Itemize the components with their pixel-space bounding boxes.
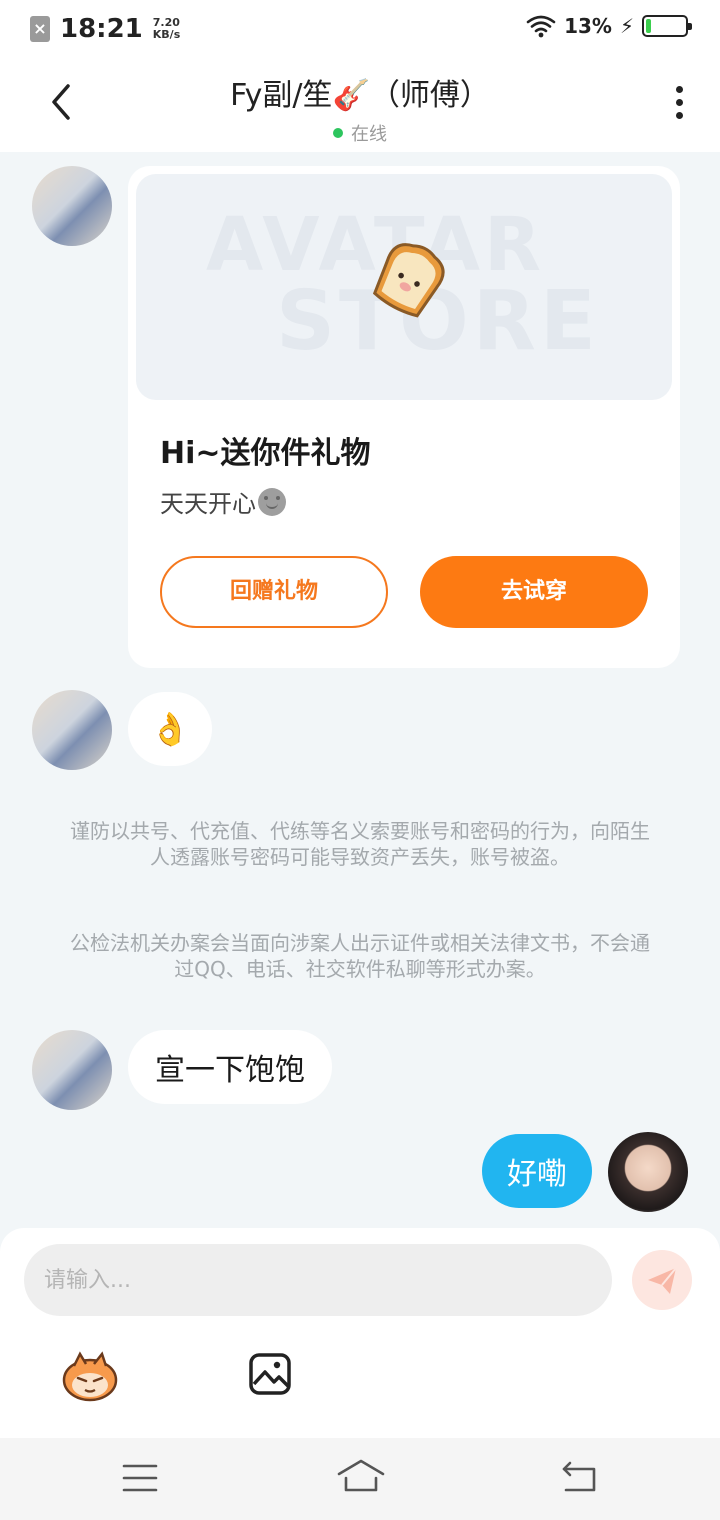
system-back-icon[interactable] (560, 1460, 598, 1494)
smile-emoji-icon (258, 487, 286, 516)
recent-apps-icon[interactable] (122, 1460, 158, 1496)
battery-icon (642, 15, 692, 37)
send-button[interactable] (632, 1250, 692, 1310)
message-bubble[interactable]: 宣一下饱饱 (128, 1030, 332, 1104)
system-nav-bar (0, 1438, 720, 1520)
message-text: 好嘞 (507, 1157, 567, 1192)
chat-header: Fy副/笙🎸（师傅） 在线 (0, 56, 720, 152)
wifi-icon (526, 15, 556, 38)
avatar[interactable] (32, 690, 112, 770)
toast-gift-icon (372, 243, 445, 318)
ok-hand-emoji: 👌 (150, 710, 190, 748)
my-message-bubble[interactable]: 好嘞 (482, 1134, 592, 1208)
security-notice-1: 谨防以共号、代充值、代练等名义索要账号和密码的行为，向陌生人透露账号密码可能导致… (70, 819, 650, 869)
status-time: 18:21 (60, 14, 143, 44)
message-bubble[interactable]: 👌 (128, 692, 212, 766)
security-notice-2: 公检法机关办案会当面向涉案人出示证件或相关法律文书，不会通过QQ、电话、社交软件… (70, 931, 650, 981)
gift-subtitle: 天天开心 (160, 484, 286, 519)
battery-fill (646, 19, 651, 33)
my-avatar[interactable] (608, 1132, 688, 1212)
charging-icon: ⚡ (619, 14, 634, 38)
more-options-icon[interactable] (676, 86, 684, 122)
battery-percent: 13% (564, 14, 612, 38)
message-text: 宣一下饱饱 (155, 1053, 305, 1088)
gift-card: AVATAR STORE Hi~送你件礼物 天天开心 回赠礼物 去试穿 (128, 166, 680, 668)
network-speed: 7.20 KB/s (153, 17, 180, 41)
online-status: 在线 (160, 120, 560, 146)
gift-title: Hi~送你件礼物 (160, 436, 371, 471)
no-sim-icon: × (30, 16, 50, 42)
message-input[interactable] (24, 1244, 612, 1316)
image-icon[interactable] (248, 1352, 292, 1396)
chat-title: Fy副/笙🎸（师傅） (230, 78, 490, 113)
online-status-label: 在线 (351, 124, 387, 145)
mascot-emoji-icon[interactable] (60, 1348, 120, 1402)
avatar[interactable] (32, 166, 112, 246)
back-arrow-icon[interactable] (40, 80, 84, 124)
send-icon (648, 1267, 677, 1294)
home-icon[interactable] (336, 1456, 386, 1496)
try-on-button[interactable]: 去试穿 (420, 556, 648, 628)
status-bar: × 18:21 7.20 KB/s 13% ⚡ (0, 0, 720, 56)
gift-subtitle-text: 天天开心 (160, 490, 256, 518)
gift-banner: AVATAR STORE (136, 174, 672, 400)
online-dot (333, 128, 343, 138)
input-panel (0, 1228, 720, 1438)
net-speed-unit: KB/s (152, 28, 181, 41)
avatar[interactable] (32, 1030, 112, 1110)
return-gift-button[interactable]: 回赠礼物 (160, 556, 388, 628)
